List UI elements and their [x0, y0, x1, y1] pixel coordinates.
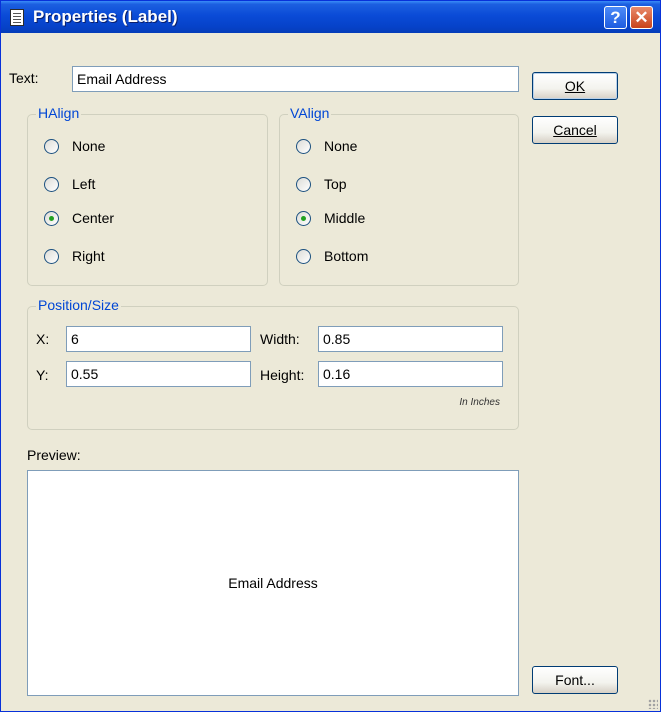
properties-dialog: Properties (Label) ? ✕ Text: OK Cancel F… [0, 0, 661, 712]
close-button[interactable]: ✕ [630, 6, 653, 29]
radio-circle [296, 211, 311, 226]
height-input[interactable] [318, 361, 503, 387]
preview-label: Preview: [27, 447, 81, 463]
units-note: In Inches [459, 397, 500, 408]
radio-label: Left [72, 176, 96, 192]
radio-label: Bottom [324, 248, 369, 264]
text-label: Text: [9, 70, 39, 86]
y-label: Y: [36, 367, 49, 383]
cancel-button[interactable]: Cancel [532, 116, 618, 144]
x-label: X: [36, 331, 50, 347]
radio-label: None [72, 138, 106, 154]
radio-selected-dot [49, 216, 54, 221]
halign-group-title: HAlign [36, 105, 82, 121]
cancel-button-label: Cancel [553, 122, 597, 138]
radio-label: None [324, 138, 358, 154]
font-button[interactable]: Font... [532, 666, 618, 694]
preview-pane: Email Address [27, 470, 519, 696]
radio-label: Center [72, 210, 115, 226]
valign-group: VAlign None Top Middle Bottom [279, 105, 519, 286]
ok-button-label: OK [564, 78, 586, 94]
text-input[interactable] [72, 66, 519, 92]
position-size-group-title: Position/Size [36, 297, 121, 313]
radio-label: Middle [324, 210, 366, 226]
radio-circle [44, 249, 59, 264]
height-label: Height: [260, 367, 305, 383]
width-label: Width: [260, 331, 300, 347]
window-title: Properties (Label) [33, 7, 178, 26]
title-bar[interactable]: Properties (Label) ? ✕ [1, 1, 660, 33]
width-input[interactable] [318, 326, 503, 352]
radio-circle [296, 177, 311, 192]
radio-selected-dot [301, 216, 306, 221]
x-input[interactable] [66, 326, 251, 352]
preview-text: Email Address [228, 575, 318, 591]
radio-circle [44, 177, 59, 192]
ok-button[interactable]: OK [532, 72, 618, 100]
radio-label: Top [324, 176, 347, 192]
radio-circle [44, 139, 59, 154]
font-button-label: Font... [555, 672, 595, 688]
radio-circle [296, 139, 311, 154]
resize-grip-icon[interactable] [648, 699, 658, 709]
radio-circle [44, 211, 59, 226]
y-input[interactable] [66, 361, 251, 387]
valign-group-title: VAlign [288, 105, 332, 121]
position-size-group: Position/Size X: Y: Width: Height: In In… [27, 297, 519, 430]
document-icon [10, 9, 24, 26]
radio-circle [296, 249, 311, 264]
halign-group: HAlign None Left Center Right [27, 105, 268, 286]
radio-label: Right [72, 248, 105, 264]
help-button[interactable]: ? [604, 6, 627, 29]
